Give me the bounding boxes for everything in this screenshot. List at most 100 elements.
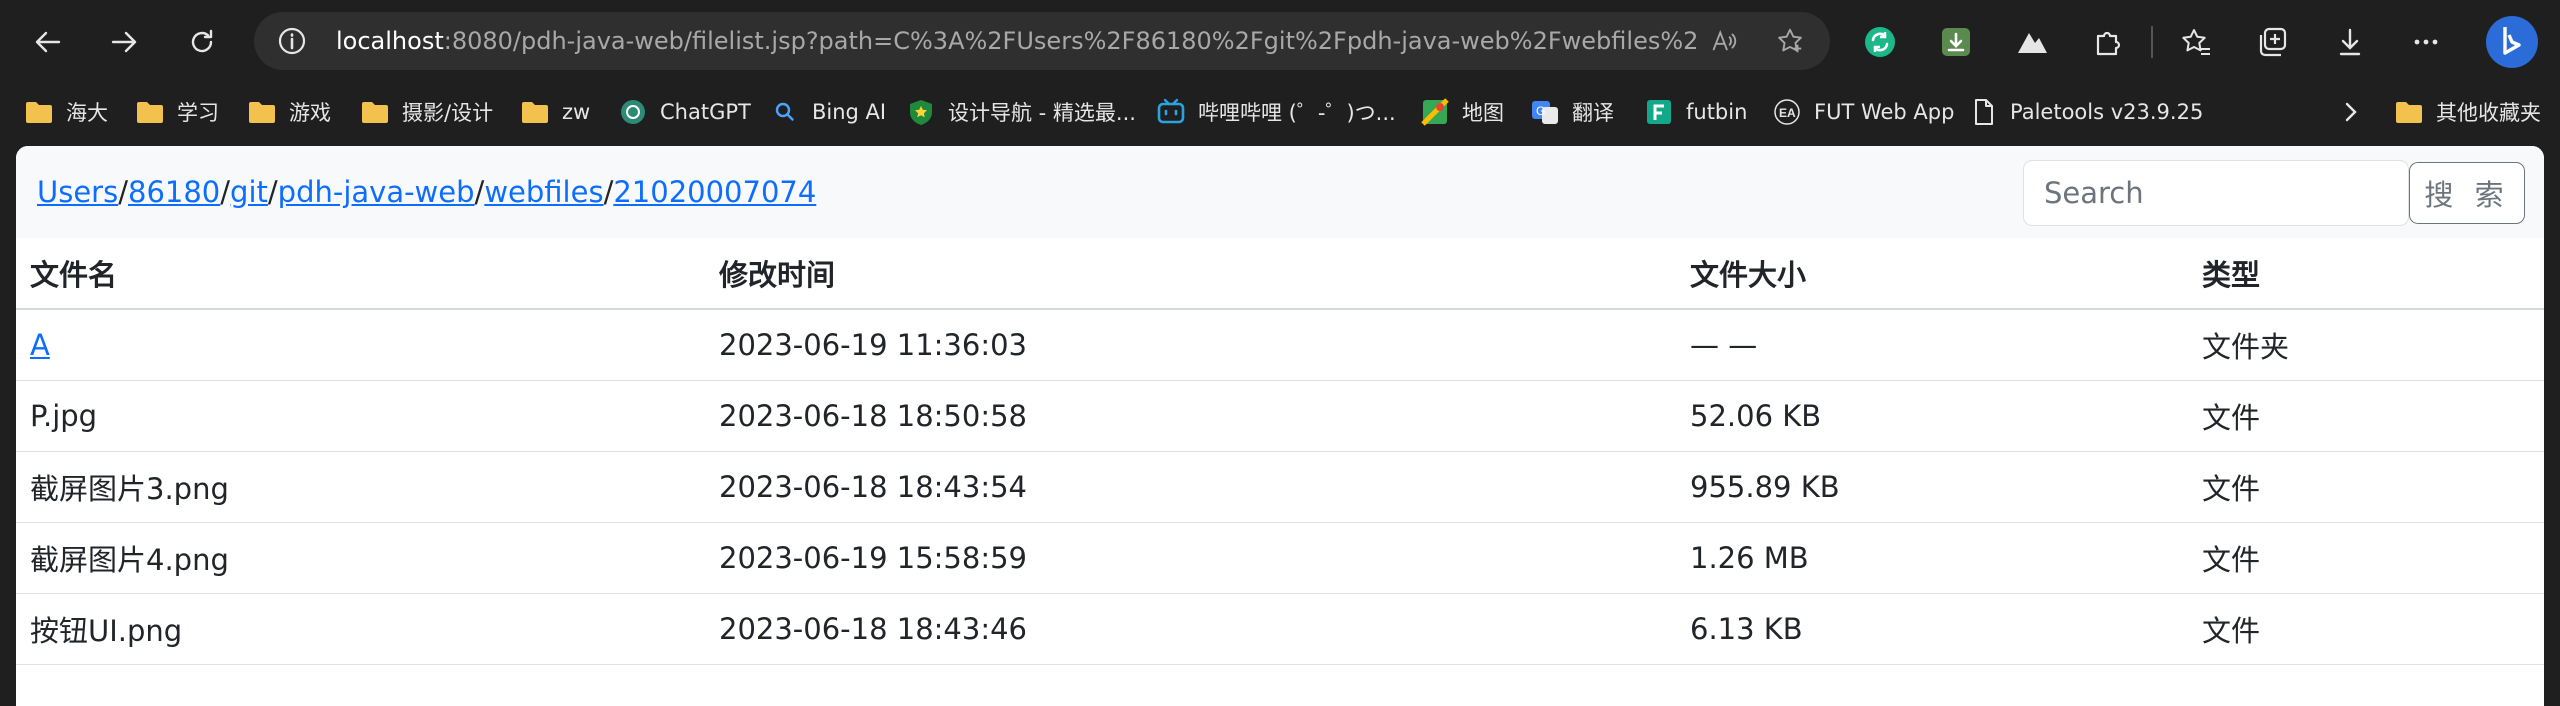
bookmark-xuexi[interactable]: 学习 bbox=[135, 91, 219, 133]
bookmark-other-favorites[interactable]: 其他收藏夹 bbox=[2394, 91, 2541, 133]
bookmark-label: 其他收藏夹 bbox=[2436, 101, 2541, 125]
bookmark-haida[interactable]: 海大 bbox=[24, 91, 108, 133]
breadcrumb-separator: / bbox=[474, 175, 485, 209]
bookmark-label: Paletools v23.9.25 bbox=[2010, 100, 2204, 124]
size-cell: — — bbox=[1676, 309, 2188, 381]
breadcrumb-link-21020007074[interactable]: 21020007074 bbox=[613, 175, 816, 209]
bookmark-maps[interactable]: 地图 bbox=[1420, 91, 1504, 133]
breadcrumb-link-86180[interactable]: 86180 bbox=[128, 175, 220, 209]
bookmark-bing-ai[interactable]: Bing AI bbox=[770, 91, 886, 133]
column-header-modified: 修改时间 bbox=[705, 238, 1676, 310]
bookmark-label: 学习 bbox=[177, 101, 219, 125]
bookmark-label: 摄影/设计 bbox=[402, 101, 494, 125]
file-name-cell: A bbox=[16, 309, 705, 381]
file-table-header: 文件名 修改时间 文件大小 类型 bbox=[16, 238, 2544, 310]
bookmark-chatgpt[interactable]: ChatGPT bbox=[618, 91, 751, 133]
modified-cell: 2023-06-18 18:50:58 bbox=[705, 380, 1676, 452]
ea-icon: EA bbox=[1772, 98, 1802, 126]
bookmark-futbin[interactable]: futbin bbox=[1644, 91, 1747, 133]
svg-text:EA: EA bbox=[1779, 106, 1796, 120]
back-button[interactable] bbox=[20, 14, 76, 70]
more-menu-icon[interactable] bbox=[2406, 22, 2446, 62]
table-row: 截屏图片3.png 2023-06-18 18:43:54 955.89 KB … bbox=[16, 451, 2544, 523]
refresh-button[interactable] bbox=[174, 14, 230, 70]
modified-cell: 2023-06-18 18:43:54 bbox=[705, 451, 1676, 523]
type-cell: 文件 bbox=[2188, 380, 2544, 452]
extensions-puzzle-icon[interactable] bbox=[2088, 22, 2128, 62]
chatgpt-icon bbox=[618, 98, 648, 126]
bookmark-label: 海大 bbox=[66, 101, 108, 125]
folder-icon bbox=[247, 98, 277, 126]
search-button[interactable]: 搜 索 bbox=[2409, 162, 2525, 224]
bookmark-label: FUT Web App bbox=[1814, 100, 1955, 124]
breadcrumb-separator: / bbox=[267, 175, 278, 209]
table-row: P.jpg 2023-06-18 18:50:58 52.06 KB 文件 bbox=[16, 380, 2544, 452]
toolbar-divider bbox=[2151, 26, 2153, 58]
extension-sync-icon[interactable] bbox=[1860, 22, 1900, 62]
breadcrumb-link-git[interactable]: git bbox=[230, 175, 268, 209]
bookmark-bilibili[interactable]: 哔哩哔哩 (゜-゜)つ... bbox=[1156, 91, 1396, 133]
file-table-body: A 2023-06-19 11:36:03 — — 文件夹 P.jpg 2023… bbox=[16, 309, 2544, 665]
bookmarks-bar: 海大 学习 游戏 摄影/设计 zw ChatGPT Bing AI 设计导航 -… bbox=[0, 85, 2560, 145]
table-row: A 2023-06-19 11:36:03 — — 文件夹 bbox=[16, 309, 2544, 381]
svg-text:G: G bbox=[1536, 104, 1545, 118]
bookmark-youxi[interactable]: 游戏 bbox=[247, 91, 331, 133]
bookmark-zw[interactable]: zw bbox=[520, 91, 590, 133]
size-cell: 955.89 KB bbox=[1676, 451, 2188, 523]
bookmarks-overflow-button[interactable] bbox=[2336, 91, 2366, 133]
downloads-icon[interactable] bbox=[2330, 22, 2370, 62]
bookmark-design-nav[interactable]: 设计导航 - 精选最... bbox=[906, 91, 1136, 133]
page-navbar: Users/86180/git/pdh-java-web/webfiles/21… bbox=[16, 146, 2544, 238]
folder-icon bbox=[2394, 98, 2424, 126]
bookmark-label: ChatGPT bbox=[660, 100, 751, 124]
extension-download-icon[interactable] bbox=[1936, 22, 1976, 62]
modified-cell: 2023-06-19 11:36:03 bbox=[705, 309, 1676, 381]
type-cell: 文件 bbox=[2188, 593, 2544, 665]
collections-icon[interactable] bbox=[2252, 22, 2292, 62]
search-input[interactable] bbox=[2023, 160, 2409, 226]
info-icon[interactable] bbox=[276, 25, 308, 57]
bing-copilot-icon[interactable] bbox=[2484, 14, 2540, 70]
url-text[interactable]: localhost:8080/pdh-java-web/filelist.jsp… bbox=[336, 25, 1696, 57]
file-name-cell: 截屏图片3.png bbox=[16, 451, 705, 523]
file-table: 文件名 修改时间 文件大小 类型 A 2023-06-19 11:36:03 —… bbox=[16, 238, 2544, 665]
chevron-right-icon bbox=[2336, 98, 2366, 126]
folder-link[interactable]: A bbox=[30, 328, 50, 362]
breadcrumb-link-webfiles[interactable]: webfiles bbox=[484, 175, 603, 209]
favorites-icon[interactable] bbox=[2176, 22, 2216, 62]
bookmark-paletools[interactable]: Paletools v23.9.25 bbox=[1968, 91, 2203, 133]
bookmark-label: 游戏 bbox=[289, 101, 331, 125]
modified-cell: 2023-06-18 18:43:46 bbox=[705, 593, 1676, 665]
add-favorite-icon[interactable] bbox=[1774, 25, 1806, 57]
url-path: :8080/pdh-java-web/filelist.jsp?path=C%3… bbox=[443, 27, 1696, 55]
column-header-size: 文件大小 bbox=[1676, 238, 2188, 310]
bookmark-label: 哔哩哔哩 (゜-゜)つ... bbox=[1198, 101, 1396, 125]
futbin-icon bbox=[1644, 98, 1674, 126]
bookmark-label: 设计导航 - 精选最... bbox=[948, 101, 1136, 125]
file-name-cell: 截屏图片4.png bbox=[16, 522, 705, 594]
bookmark-sheying[interactable]: 摄影/设计 bbox=[360, 91, 493, 133]
read-aloud-icon[interactable] bbox=[1708, 25, 1740, 57]
address-bar[interactable]: localhost:8080/pdh-java-web/filelist.jsp… bbox=[254, 12, 1830, 70]
breadcrumb-link-users[interactable]: Users bbox=[37, 175, 118, 209]
bookmark-fut-web-app[interactable]: EA FUT Web App bbox=[1772, 91, 1954, 133]
size-cell: 6.13 KB bbox=[1676, 593, 2188, 665]
bookmark-label: zw bbox=[562, 100, 591, 124]
type-cell: 文件夹 bbox=[2188, 309, 2544, 381]
table-row: 截屏图片4.png 2023-06-19 15:58:59 1.26 MB 文件 bbox=[16, 522, 2544, 594]
search-icon bbox=[770, 98, 800, 126]
file-name-cell: P.jpg bbox=[16, 380, 705, 452]
bookmark-translate[interactable]: G 翻译 bbox=[1530, 91, 1614, 133]
size-cell: 1.26 MB bbox=[1676, 522, 2188, 594]
bookmark-label: 翻译 bbox=[1572, 101, 1614, 125]
folder-icon bbox=[135, 98, 165, 126]
extension-mountain-icon[interactable] bbox=[2012, 22, 2052, 62]
breadcrumb: Users/86180/git/pdh-java-web/webfiles/21… bbox=[37, 174, 816, 210]
forward-button[interactable] bbox=[96, 14, 152, 70]
column-header-name: 文件名 bbox=[16, 238, 705, 310]
bookmark-label: Bing AI bbox=[812, 100, 887, 124]
url-host: localhost bbox=[336, 27, 444, 55]
folder-icon bbox=[520, 98, 550, 126]
breadcrumb-link-pdh-java-web[interactable]: pdh-java-web bbox=[278, 175, 475, 209]
breadcrumb-separator: / bbox=[220, 175, 231, 209]
